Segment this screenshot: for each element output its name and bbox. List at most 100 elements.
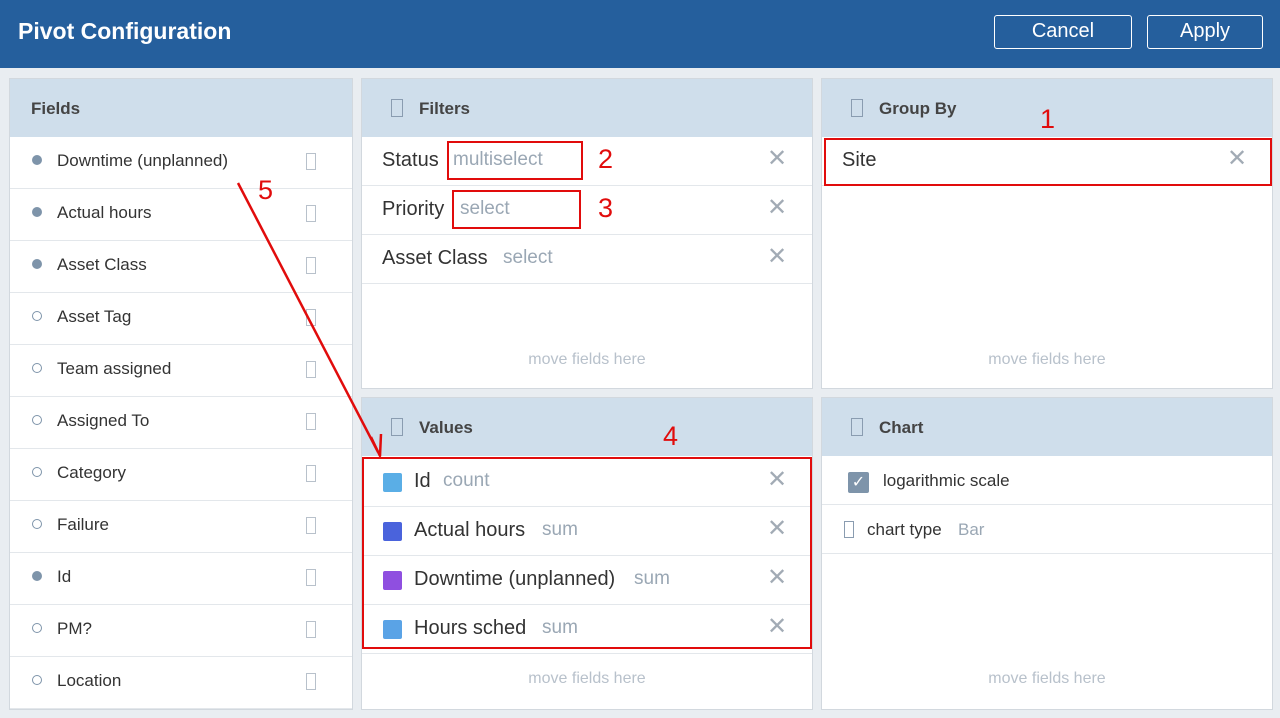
value-label: Actual hours xyxy=(414,519,526,541)
chart-type-label: chart type xyxy=(867,520,942,539)
field-item-assigned-to[interactable]: Assigned To xyxy=(10,397,352,449)
field-label: Asset Tag xyxy=(57,307,132,326)
chart-panel: Chart ✓ logarithmic scale chart type Bar… xyxy=(821,397,1273,710)
drag-handle-icon[interactable] xyxy=(306,257,316,274)
field-item-asset-class[interactable]: Asset Class xyxy=(10,241,352,293)
drag-handle-icon[interactable] xyxy=(306,153,316,170)
remove-icon[interactable]: ✕ xyxy=(1226,147,1248,171)
field-label: Actual hours xyxy=(57,203,152,222)
field-item-location[interactable]: Location xyxy=(10,657,352,709)
field-item-category[interactable]: Category xyxy=(10,449,352,501)
filter-label: Status xyxy=(382,149,439,171)
value-label: Hours sched xyxy=(414,617,527,639)
field-item-pm[interactable]: PM? xyxy=(10,605,352,657)
aggregation-selector[interactable]: sum xyxy=(542,519,578,541)
value-label: Downtime (unplanned) xyxy=(414,568,616,590)
chart-type-option[interactable]: chart type Bar xyxy=(822,505,1272,554)
remove-icon[interactable]: ✕ xyxy=(766,566,788,590)
value-item-actual-hours[interactable]: Actual hours sum ✕ xyxy=(362,507,812,556)
field-inactive-dot-icon xyxy=(32,415,42,425)
filter-item-priority[interactable]: Priority select ✕ xyxy=(362,186,812,235)
field-item-downtime-unplanned[interactable]: Downtime (unplanned) xyxy=(10,137,352,189)
drag-handle-icon[interactable] xyxy=(844,521,854,538)
chart-panel-title: Chart xyxy=(879,418,924,437)
filter-type-selector[interactable]: select xyxy=(460,198,510,220)
field-label: Location xyxy=(57,671,122,690)
aggregation-selector[interactable]: sum xyxy=(634,568,670,590)
drag-handle-icon[interactable] xyxy=(306,621,316,638)
field-item-failure[interactable]: Failure xyxy=(10,501,352,553)
chart-type-selector[interactable]: Bar xyxy=(958,520,984,540)
log-scale-checkbox[interactable]: ✓ xyxy=(848,472,869,493)
values-panel-title: Values xyxy=(419,418,473,437)
drag-handle-icon[interactable] xyxy=(306,205,316,222)
drop-zone-placeholder: move fields here xyxy=(528,351,646,368)
log-scale-label: logarithmic scale xyxy=(883,471,1010,490)
chart-panel-header: Chart xyxy=(822,398,1272,456)
drag-handle-icon[interactable] xyxy=(306,309,316,326)
drag-handle-icon[interactable] xyxy=(306,517,316,534)
filter-type-selector[interactable]: multiselect xyxy=(453,149,543,171)
drag-handle-icon[interactable] xyxy=(851,418,863,436)
filter-item-asset-class[interactable]: Asset Class select ✕ xyxy=(362,235,812,284)
drag-handle-icon[interactable] xyxy=(391,418,403,436)
field-inactive-dot-icon xyxy=(32,311,42,321)
drag-handle-icon[interactable] xyxy=(306,361,316,378)
series-color-swatch[interactable] xyxy=(383,473,402,492)
drop-zone-placeholder: move fields here xyxy=(528,670,646,687)
drag-handle-icon[interactable] xyxy=(306,569,316,586)
field-item-team-assigned[interactable]: Team assigned xyxy=(10,345,352,397)
value-item-hours-sched[interactable]: Hours sched sum ✕ xyxy=(362,605,812,654)
field-item-actual-hours[interactable]: Actual hours xyxy=(10,189,352,241)
field-inactive-dot-icon xyxy=(32,519,42,529)
page-title: Pivot Configuration xyxy=(18,18,232,44)
field-inactive-dot-icon xyxy=(32,363,42,373)
group-by-item-site[interactable]: Site ✕ xyxy=(822,137,1272,186)
fields-panel: Fields Downtime (unplanned) Actual hours… xyxy=(9,78,353,710)
remove-icon[interactable]: ✕ xyxy=(766,517,788,541)
drop-zone-placeholder: move fields here xyxy=(988,670,1106,687)
field-label: Category xyxy=(57,463,126,482)
field-label: Downtime (unplanned) xyxy=(57,151,229,170)
drag-handle-icon[interactable] xyxy=(391,99,403,117)
fields-panel-header: Fields xyxy=(10,79,352,137)
drop-zone-placeholder: move fields here xyxy=(988,351,1106,368)
drag-handle-icon[interactable] xyxy=(306,673,316,690)
top-bar: Pivot Configuration Cancel Apply xyxy=(0,0,1280,68)
field-inactive-dot-icon xyxy=(32,623,42,633)
value-label: Id xyxy=(414,470,431,492)
log-scale-option[interactable]: ✓ logarithmic scale xyxy=(822,456,1272,505)
series-color-swatch[interactable] xyxy=(383,522,402,541)
value-item-id[interactable]: Id count ✕ xyxy=(362,458,812,507)
remove-icon[interactable]: ✕ xyxy=(766,615,788,639)
filter-item-status[interactable]: Status multiselect ✕ xyxy=(362,137,812,186)
drag-handle-icon[interactable] xyxy=(306,465,316,482)
annotation-number-3: 3 xyxy=(598,193,614,223)
remove-icon[interactable]: ✕ xyxy=(766,196,788,220)
drag-handle-icon[interactable] xyxy=(306,413,316,430)
remove-icon[interactable]: ✕ xyxy=(766,468,788,492)
apply-button[interactable]: Apply xyxy=(1147,15,1263,49)
remove-icon[interactable]: ✕ xyxy=(766,147,788,171)
field-inactive-dot-icon xyxy=(32,675,42,685)
field-item-id[interactable]: Id xyxy=(10,553,352,605)
remove-icon[interactable]: ✕ xyxy=(766,245,788,269)
field-label: Assigned To xyxy=(57,411,150,430)
drag-handle-icon[interactable] xyxy=(851,99,863,117)
field-active-dot-icon xyxy=(32,155,42,165)
field-label: Asset Class xyxy=(57,255,147,274)
field-label: Id xyxy=(57,567,72,586)
cancel-button[interactable]: Cancel xyxy=(994,15,1132,49)
annotation-number-4: 4 xyxy=(663,421,679,451)
aggregation-selector[interactable]: count xyxy=(443,470,489,492)
value-item-downtime-unplanned[interactable]: Downtime (unplanned) sum ✕ xyxy=(362,556,812,605)
aggregation-selector[interactable]: sum xyxy=(542,617,578,639)
annotation-number-2: 2 xyxy=(598,144,614,174)
field-item-asset-tag[interactable]: Asset Tag xyxy=(10,293,352,345)
filter-type-selector[interactable]: select xyxy=(503,247,553,269)
field-active-dot-icon xyxy=(32,259,42,269)
field-active-dot-icon xyxy=(32,207,42,217)
annotation-number-1: 1 xyxy=(1040,104,1056,134)
series-color-swatch[interactable] xyxy=(383,620,402,639)
series-color-swatch[interactable] xyxy=(383,571,402,590)
